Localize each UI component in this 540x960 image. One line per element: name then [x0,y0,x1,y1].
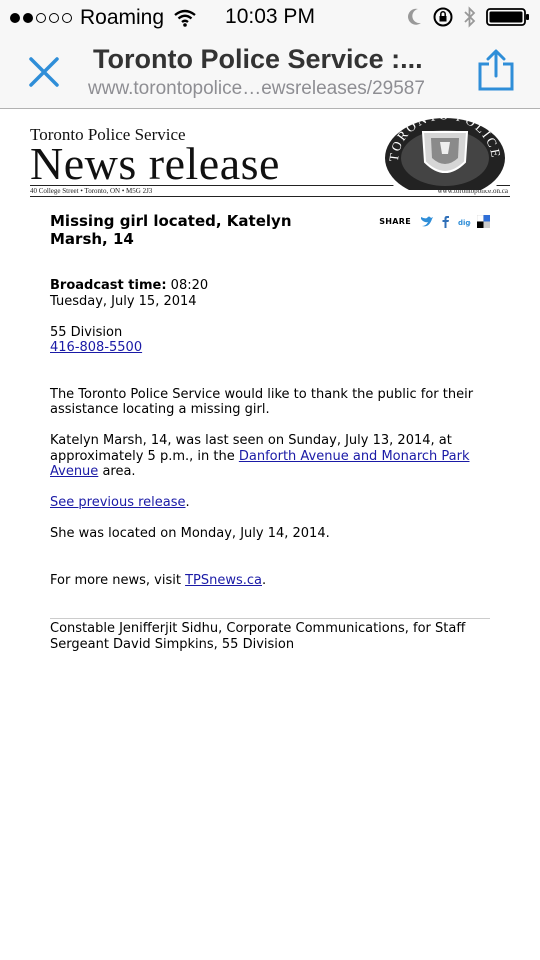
broadcast-time: 08:20 [170,278,209,293]
twitter-icon[interactable] [420,215,433,228]
previous-release-line: See previous release. [50,495,490,511]
period-text: . [262,572,267,588]
close-icon[interactable] [26,54,62,90]
share-label: SHARE [379,217,411,226]
banner-title: News release [30,138,280,189]
more-news-text: For more news, visit [50,572,186,588]
moon-icon [408,8,421,25]
area-text: area. [98,464,136,479]
period-text: . [185,495,190,510]
status-bar: Roaming 10:03 PM [0,0,540,36]
paragraph-located: She was located on Monday, July 14, 2014… [50,526,330,541]
footer-attribution: Constable Jenifferjit Sidhu, Corporate C… [50,621,466,652]
release-date: Tuesday, July 15, 2014 [50,293,197,309]
banner-bottom-rule [30,196,510,197]
banner-address: 40 College Street • Toronto, ON • M5G 2J… [30,187,153,195]
more-news-line: For more news, visit TPSnews.ca. [50,573,490,589]
delicious-icon[interactable] [477,215,490,229]
news-release-banner: Toronto Police Service News release 40 C… [30,112,510,198]
paragraph-thanks: The Toronto Police Service would like to… [50,386,474,418]
url-label[interactable]: www.torontopolice…ewsreleases/29587 [88,78,458,100]
tpsnews-link[interactable]: TPSnews.ca [185,573,262,588]
share-bar: SHARE digg [379,214,490,230]
battery-icon [486,8,529,26]
digg-icon[interactable]: digg [458,215,471,228]
facebook-icon[interactable] [439,215,452,229]
previous-release-link[interactable]: See previous release [50,495,186,510]
status-icons [408,6,530,28]
rotation-lock-icon [433,7,453,27]
division: 55 Division [50,324,123,340]
broadcast-label: Broadcast time: [50,278,167,293]
browser-toolbar: Toronto Police Service :... www.torontop… [0,36,540,109]
broadcast-line: Broadcast time: 08:20 [50,278,490,294]
police-badge-logo: TORONTO POLICE [379,112,510,190]
page-title[interactable]: Toronto Police Service :... [93,44,455,75]
share-icon[interactable] [476,49,516,91]
paragraph-last-seen: Katelyn Marsh, 14, was last seen on Sund… [50,433,490,480]
article: Missing girl located, Katelyn Marsh, 14 … [50,212,490,652]
article-headline: Missing girl located, Katelyn Marsh, 14 [50,212,292,248]
bluetooth-icon [464,6,476,28]
phone-link[interactable]: 416-808-5500 [50,340,142,355]
svg-text:digg: digg [458,219,471,227]
